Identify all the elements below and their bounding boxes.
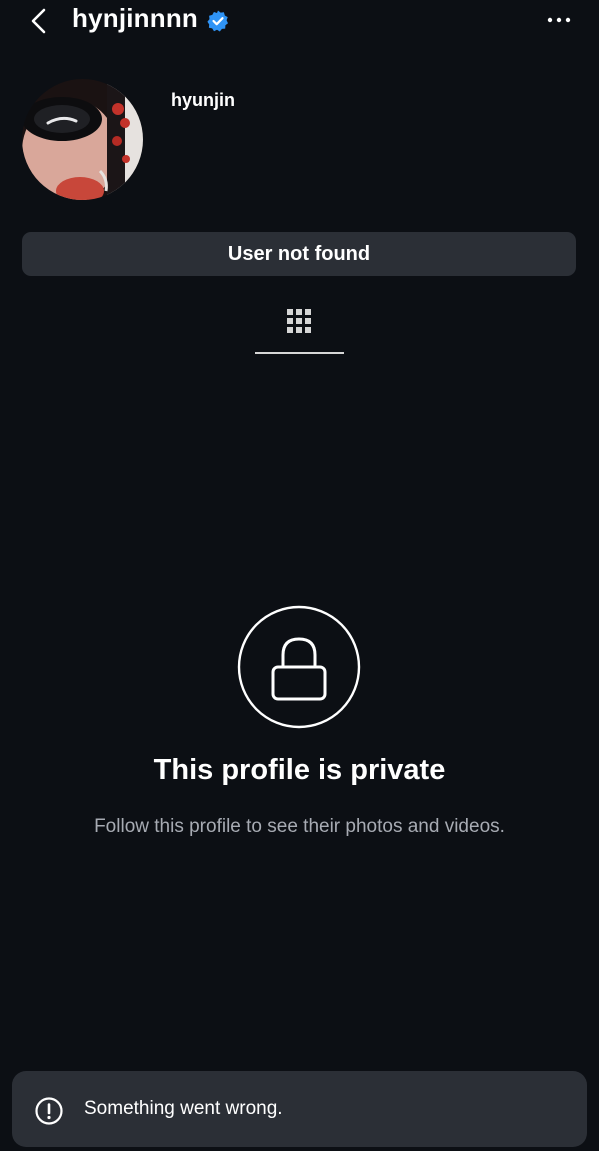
private-profile-title: This profile is private bbox=[153, 754, 446, 786]
error-toast-message: Something went wrong. bbox=[84, 1098, 283, 1119]
back-button[interactable] bbox=[26, 6, 54, 36]
more-options-button[interactable] bbox=[545, 10, 573, 30]
profile-avatar[interactable] bbox=[22, 79, 143, 200]
error-toast: Something went wrong. bbox=[12, 1071, 587, 1147]
lock-icon bbox=[237, 605, 361, 729]
tab-posts-grid[interactable] bbox=[255, 300, 344, 354]
user-status-bar: User not found bbox=[22, 232, 576, 276]
user-status-text: User not found bbox=[227, 242, 371, 265]
more-horizontal-icon bbox=[547, 17, 571, 23]
alert-circle-icon bbox=[35, 1097, 63, 1125]
top-bar: hynjinnnn bbox=[0, 0, 599, 44]
chevron-left-icon bbox=[31, 8, 46, 34]
avatar-photo bbox=[22, 79, 143, 200]
grid-icon bbox=[287, 309, 311, 333]
active-tab-indicator bbox=[255, 352, 344, 354]
verified-badge-icon bbox=[207, 10, 228, 32]
private-profile-subtitle: Follow this profile to see their photos … bbox=[94, 816, 505, 837]
profile-username: hynjinnnn bbox=[72, 3, 198, 33]
profile-display-name: hyunjin bbox=[171, 90, 235, 110]
